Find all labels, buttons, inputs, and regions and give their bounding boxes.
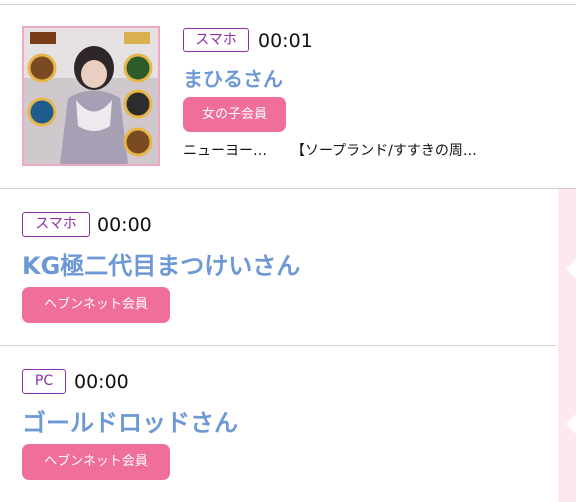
visitor-name[interactable]: KG極二代目まつけいさん [22, 246, 300, 281]
member-type-badge: 女の子会員 [183, 97, 286, 132]
visitor-entry[interactable]: スマホ 00:00 KG極二代目まつけいさん ヘブンネット会員 [0, 189, 556, 345]
member-type-badge: ヘブンネット会員 [22, 444, 170, 480]
visitor-name[interactable]: まひるさん [183, 63, 283, 92]
side-panel-arrow [566, 259, 576, 279]
device-badge: スマホ [183, 28, 249, 52]
access-time: 00:01 [258, 30, 313, 52]
device-badge: PC [22, 369, 66, 394]
shop-info[interactable]: ニューヨー… 【ソープランド/すすきの周… [183, 140, 501, 160]
profile-photo[interactable] [22, 26, 160, 166]
shop-location: ニューヨー… [183, 143, 267, 159]
side-panel-arrow [566, 414, 576, 434]
access-time: 00:00 [97, 214, 152, 236]
profile-photo-image [24, 28, 158, 164]
side-panel-edge [558, 189, 576, 502]
member-type-badge: ヘブンネット会員 [22, 287, 170, 323]
visitor-entry[interactable]: スマホ 00:01 まひるさん 女の子会員 ニューヨー… 【ソープランド/すすきの… [0, 0, 576, 188]
device-badge: スマホ [22, 212, 90, 237]
visitor-entry[interactable]: PC 00:00 ゴールドロッドさん ヘブンネット会員 [0, 346, 556, 502]
visitor-name[interactable]: ゴールドロッドさん [22, 403, 238, 438]
access-time: 00:00 [74, 371, 129, 393]
shop-name: 【ソープランド/すすきの周… [291, 143, 477, 159]
